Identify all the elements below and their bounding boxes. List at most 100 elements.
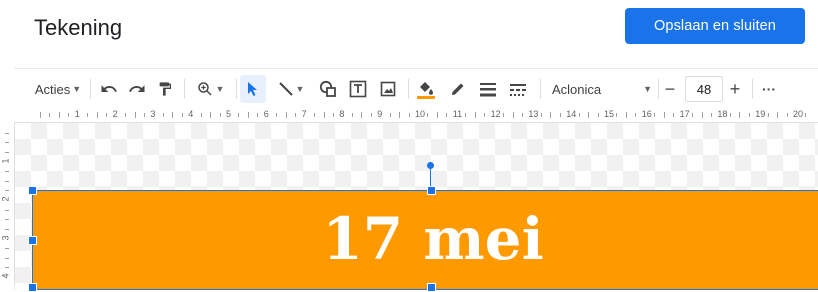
redo-button[interactable] [126,69,148,109]
drawing-shape[interactable]: 17 mei [32,190,818,290]
decrease-font-size-button[interactable]: − [660,69,680,109]
ruler-tick [5,180,9,182]
paint-format-button[interactable] [154,69,176,109]
ruler-tick [389,113,391,117]
vertical-ruler: 1 2 3 4 [0,123,15,289]
text-box-icon [349,80,367,98]
toolbar-divider [540,79,541,99]
chevron-down-icon: ▼ [72,84,82,94]
ruler-tick [5,171,9,173]
border-color-button[interactable] [446,69,470,109]
ruler-tick [512,112,514,118]
ruler-tick [295,113,297,117]
ruler-tick [257,113,259,117]
ruler-number: 2 [0,196,11,202]
toolbar-divider [658,79,659,99]
border-dash-button[interactable] [506,69,530,109]
paint-format-icon [159,82,171,96]
resize-handle-bottom-left[interactable] [28,283,37,292]
ruler-number: 20 [793,109,804,119]
ruler-number: 7 [301,109,307,119]
shape-tool-button[interactable] [316,69,340,109]
shape-icon [319,80,336,97]
save-and-close-button[interactable]: Opslaan en sluiten [625,8,805,44]
ruler-number: 1 [74,109,80,119]
ruler-tick [540,113,542,117]
toolbar-divider [184,79,185,99]
shape-text[interactable]: 17 mei [265,205,601,273]
ruler-number: 16 [641,109,652,119]
ruler-tick [748,113,750,117]
border-weight-button[interactable] [476,69,500,109]
ruler-number: 1 [0,157,11,164]
ruler-tick [219,113,221,117]
fill-color-button[interactable] [414,69,438,109]
undo-button[interactable] [98,69,120,109]
ruler-tick [446,113,448,117]
ruler-tick [474,112,476,118]
more-options-button[interactable]: ··· [758,69,780,109]
ruler-tick [5,219,9,221]
line-tool-button[interactable]: ▼ [272,69,310,109]
ruler-tick [370,113,372,117]
ruler-tick [285,112,287,118]
actions-menu[interactable]: Acties ▼ [32,69,84,109]
toolbar: Acties ▼ ▼ ▼ Aclonica ▼ − 48 + ··· [14,68,818,109]
ruler-tick [181,113,183,117]
ruler-tick [597,113,599,117]
resize-handle-left[interactable] [28,236,37,245]
ruler-tick [58,112,60,118]
resize-handle-top[interactable] [427,186,436,195]
ruler-number: 3 [0,234,11,241]
ruler-number: 15 [604,109,615,119]
toolbar-divider [90,79,91,99]
ruler-tick [408,113,410,117]
select-tool-button[interactable] [242,69,264,109]
ruler-tick [238,113,240,117]
ruler-tick [625,112,627,118]
ruler-tick [200,113,202,117]
resize-handle-bottom[interactable] [427,283,436,292]
ruler-number: 12 [490,109,501,119]
ruler-tick [134,112,136,118]
ruler-tick [68,113,70,117]
border-dash-icon [510,84,526,96]
rotation-handle[interactable] [427,162,434,169]
ruler-tick [729,113,731,117]
ruler-tick [40,112,41,118]
ruler-tick [767,113,769,117]
text-box-button[interactable] [346,69,370,109]
chevron-down-icon: ▼ [215,84,225,94]
resize-handle-top-left[interactable] [28,186,37,195]
ruler-tick [314,113,316,117]
ruler-number: 3 [150,109,156,119]
font-menu[interactable]: Aclonica ▼ [552,69,652,109]
ruler-tick [521,113,523,117]
zoom-menu[interactable]: ▼ [192,69,228,109]
ruler-tick [5,228,9,230]
image-button[interactable] [376,69,400,109]
ruler-tick [578,113,580,117]
ruler-tick [276,113,278,117]
ruler-tick [332,113,334,117]
ruler-tick [701,112,703,118]
ruler-tick [436,112,438,118]
ruler-tick [5,257,9,259]
ruler-number: 6 [263,109,269,119]
ruler-number: 4 [0,273,11,279]
ruler-number: 18 [717,109,728,119]
ruler-tick [673,113,675,117]
ruler-tick [125,113,127,117]
ruler-tick [427,113,429,117]
ruler-tick [739,112,741,118]
ruler-tick [49,113,51,117]
ruler-number: 13 [528,109,539,119]
ruler-tick [87,113,89,117]
ruler-tick [805,113,807,117]
increase-font-size-button[interactable]: + [725,69,745,109]
ruler-tick [172,112,174,118]
toolbar-divider [752,79,753,99]
ruler-tick [5,142,9,144]
ruler-tick [5,151,9,153]
font-size-input[interactable]: 48 [685,76,723,102]
